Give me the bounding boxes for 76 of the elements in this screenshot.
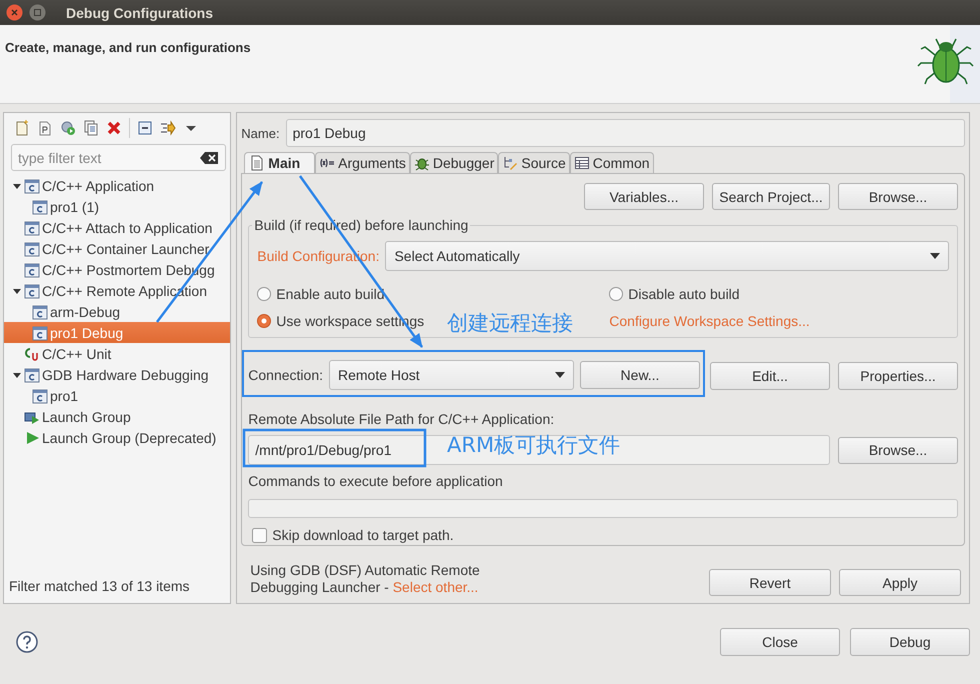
- radio-button[interactable]: [609, 287, 624, 301]
- tree-item[interactable]: GDB Hardware Debugging: [4, 364, 230, 385]
- build-config-select[interactable]: Select Automatically: [385, 241, 949, 271]
- c-file-icon: [24, 178, 40, 194]
- action-button[interactable]: Revert: [709, 569, 831, 596]
- c-file-icon: [32, 324, 48, 340]
- tree-item[interactable]: C/C++ Unit: [4, 343, 230, 364]
- window-title: Debug Configurations: [66, 4, 213, 20]
- c-file-icon: [32, 304, 48, 320]
- radio-label: Disable auto build: [628, 286, 740, 302]
- c-file-icon: [24, 240, 40, 256]
- unit-test-icon: [24, 346, 40, 362]
- maximize-icon[interactable]: [29, 4, 46, 21]
- tree-item[interactable]: C/C++ Container Launcher: [4, 238, 230, 259]
- c-file-icon: [24, 366, 40, 382]
- connection-label: Connection:: [248, 367, 323, 383]
- dialog-subtitle: Create, manage, and run configurations: [5, 40, 251, 57]
- radio-button[interactable]: [257, 287, 272, 301]
- skip-download-label: Skip download to target path.: [272, 527, 454, 543]
- dialog-button[interactable]: Close: [720, 628, 840, 656]
- tab[interactable]: Debugger: [410, 152, 498, 173]
- name-label: Name:: [241, 126, 280, 140]
- collapse-all-icon[interactable]: [137, 120, 153, 136]
- c-file-icon: [32, 388, 48, 404]
- play-icon: [24, 430, 40, 446]
- connection-button[interactable]: Properties...: [838, 362, 958, 390]
- tree-item[interactable]: Launch Group (Deprecated): [4, 427, 230, 448]
- help-icon[interactable]: [16, 631, 38, 653]
- tree-item[interactable]: C/C++ Attach to Application: [4, 217, 230, 238]
- connection-select[interactable]: Remote Host: [329, 360, 574, 390]
- document-icon: [249, 155, 266, 171]
- c-file-icon: [24, 220, 40, 236]
- filter-field[interactable]: type filter text: [11, 144, 226, 171]
- browse-button[interactable]: Browse...: [838, 436, 958, 464]
- filter-icon[interactable]: [160, 120, 176, 136]
- dialog-button[interactable]: Debug: [850, 628, 970, 656]
- filter-status: Filter matched 13 of 13 items: [8, 578, 191, 596]
- commands-field[interactable]: [248, 499, 958, 518]
- tab[interactable]: Common: [570, 152, 654, 173]
- tab[interactable]: Main: [244, 152, 316, 173]
- table-icon: [574, 155, 590, 171]
- close-icon[interactable]: [6, 4, 23, 21]
- radio-button[interactable]: [257, 314, 272, 328]
- connection-button[interactable]: Edit...: [710, 362, 830, 390]
- delete-icon[interactable]: [106, 120, 122, 136]
- new-prototype-icon[interactable]: [37, 120, 53, 136]
- caret-icon: [930, 253, 940, 259]
- duplicate-icon[interactable]: [83, 120, 99, 136]
- action-button[interactable]: Apply: [839, 569, 961, 596]
- annotation-text: 创建远程连接: [447, 310, 573, 337]
- checkbox[interactable]: [252, 528, 268, 542]
- tab[interactable]: Source: [498, 152, 570, 173]
- name-field[interactable]: pro1 Debug: [286, 119, 965, 147]
- tree-item[interactable]: arm-Debug: [4, 301, 230, 322]
- caret-icon: [555, 372, 565, 378]
- clear-icon[interactable]: [200, 152, 218, 164]
- tree-item[interactable]: pro1 (1): [4, 196, 230, 217]
- tree-item[interactable]: C/C++ Application: [4, 175, 230, 196]
- annotation-text: ARM板可执行文件: [447, 432, 620, 459]
- radio-label: Enable auto build: [276, 286, 384, 302]
- remote-path-label: Remote Absolute File Path for C/C++ Application:: [248, 411, 556, 427]
- export-icon[interactable]: [60, 120, 76, 136]
- source-tree-icon: [502, 155, 518, 171]
- launcher-description: Using GDB (DSF) Automatic Remote Debugging Launcher - Select other...: [250, 562, 481, 596]
- c-file-icon: [32, 198, 48, 214]
- c-file-icon: [24, 282, 40, 298]
- action-button[interactable]: Variables...: [584, 183, 704, 210]
- action-button[interactable]: Search Project...: [712, 183, 830, 210]
- tree-item[interactable]: pro1: [4, 385, 230, 406]
- connection-button[interactable]: New...: [580, 361, 700, 389]
- tree-item[interactable]: Launch Group: [4, 406, 230, 427]
- action-button[interactable]: Browse...: [838, 183, 958, 210]
- new-file-icon[interactable]: [14, 120, 30, 136]
- tab[interactable]: Arguments: [315, 152, 410, 173]
- c-file-icon: [24, 262, 40, 278]
- commands-label: Commands to execute before application: [248, 473, 504, 489]
